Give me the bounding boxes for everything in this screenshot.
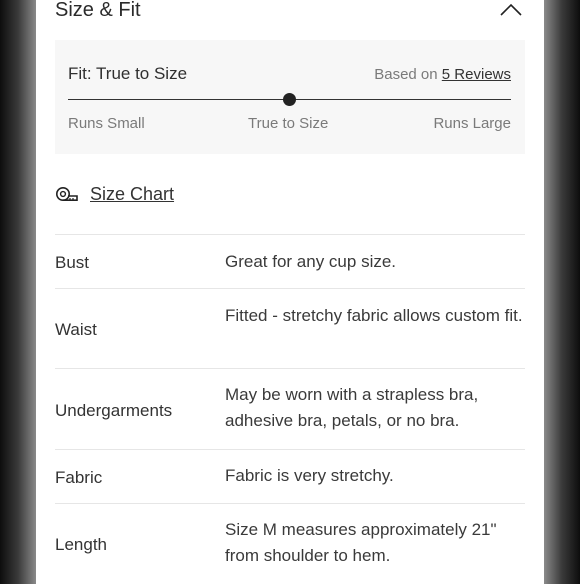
section-title: Size & Fit [55,0,141,21]
reviews-link[interactable]: 5 Reviews [442,66,511,83]
detail-label: Fabric [55,468,103,487]
detail-label: Waist [55,320,97,339]
detail-value: May be worn with a strapless bra, adhesi… [225,385,479,430]
detail-value: Great for any cup size. [225,252,397,271]
detail-row-waist: Waist Fitted - stretchy fabric allows cu… [55,288,525,369]
fit-label: Fit: True to Size [68,64,188,83]
detail-value: Fabric is very stretchy. [225,466,394,485]
chevron-up-icon[interactable] [499,2,523,18]
fit-slider-thumb [283,93,296,106]
reviews-summary: Based on 5 Reviews [374,66,511,83]
detail-row-length: Length Size M measures approximately 21"… [55,503,525,584]
detail-label: Length [55,535,107,554]
detail-value: Size M measures approximately 21" from s… [225,520,497,565]
size-fit-panel: Size & Fit Fit: True to Size Based on 5 … [36,0,544,580]
detail-row-bust: Bust Great for any cup size. [55,234,525,289]
detail-label: Undergarments [55,401,173,420]
scale-true-to-size: True to Size [248,115,329,132]
scale-runs-large: Runs Large [433,115,511,132]
detail-row-fabric: Fabric Fabric is very stretchy. [55,449,525,504]
scale-runs-small: Runs Small [68,115,145,132]
detail-row-undergarments: Undergarments May be worn with a straple… [55,368,525,450]
fit-summary: Fit: True to Size Based on 5 Reviews Run… [55,40,525,154]
measuring-tape-icon [56,187,78,201]
based-on-text: Based on [374,66,438,83]
size-chart-label: Size Chart [90,184,175,204]
detail-label: Bust [55,253,90,272]
detail-value: Fitted - stretchy fabric allows custom f… [225,306,523,325]
